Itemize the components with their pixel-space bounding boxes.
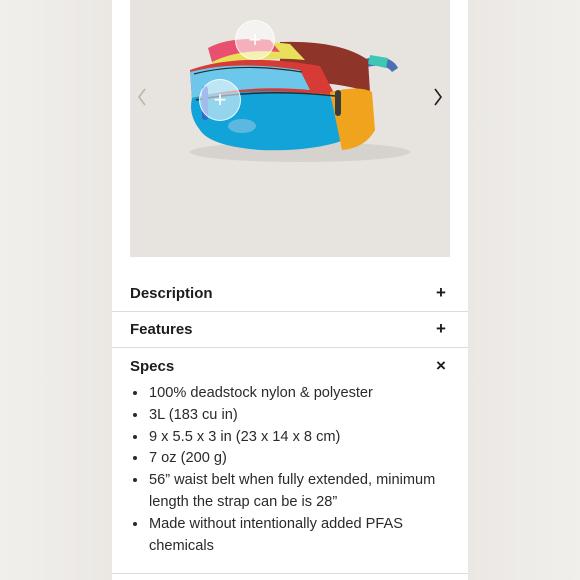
gallery-next-button[interactable] xyxy=(428,82,448,112)
divider xyxy=(112,311,468,312)
chevron-left-icon xyxy=(138,88,146,106)
accordion-specs[interactable]: Specs × xyxy=(130,356,448,376)
divider xyxy=(112,573,468,574)
plus-icon: + xyxy=(248,27,262,52)
list-item: 3L (183 cu in) xyxy=(148,405,468,427)
list-item: 100% deadstock nylon & polyester xyxy=(148,383,468,405)
product-image xyxy=(190,39,410,162)
product-image-gallery: + + xyxy=(130,0,450,257)
specs-list: 100% deadstock nylon & polyester 3L (183… xyxy=(130,383,468,557)
accordion-features[interactable]: Features + xyxy=(130,319,448,339)
plus-icon: + xyxy=(436,319,446,338)
accordion-label: Specs xyxy=(130,357,175,375)
page-background-left xyxy=(0,0,112,580)
image-hotspot-top[interactable]: + xyxy=(235,20,275,60)
accordion-label: Features xyxy=(130,320,193,338)
list-item: Made without intentionally added PFAS ch… xyxy=(148,514,468,558)
product-card: + + Description + Features + Specs × 100… xyxy=(112,0,468,580)
accordion-label: Description xyxy=(130,284,213,302)
gallery-prev-button[interactable] xyxy=(132,82,152,112)
chevron-right-icon xyxy=(434,88,442,106)
plus-icon: + xyxy=(213,87,227,112)
plus-icon: + xyxy=(436,283,446,302)
image-hotspot-pocket[interactable]: + xyxy=(199,79,241,121)
divider xyxy=(112,347,468,348)
list-item: 7 oz (200 g) xyxy=(148,448,468,470)
accordion-description[interactable]: Description + xyxy=(130,283,448,303)
list-item: 56” waist belt when fully extended, mini… xyxy=(148,470,468,514)
close-icon: × xyxy=(436,356,446,375)
page-background-right xyxy=(468,0,580,580)
list-item: 9 x 5.5 x 3 in (23 x 14 x 8 cm) xyxy=(148,427,468,449)
